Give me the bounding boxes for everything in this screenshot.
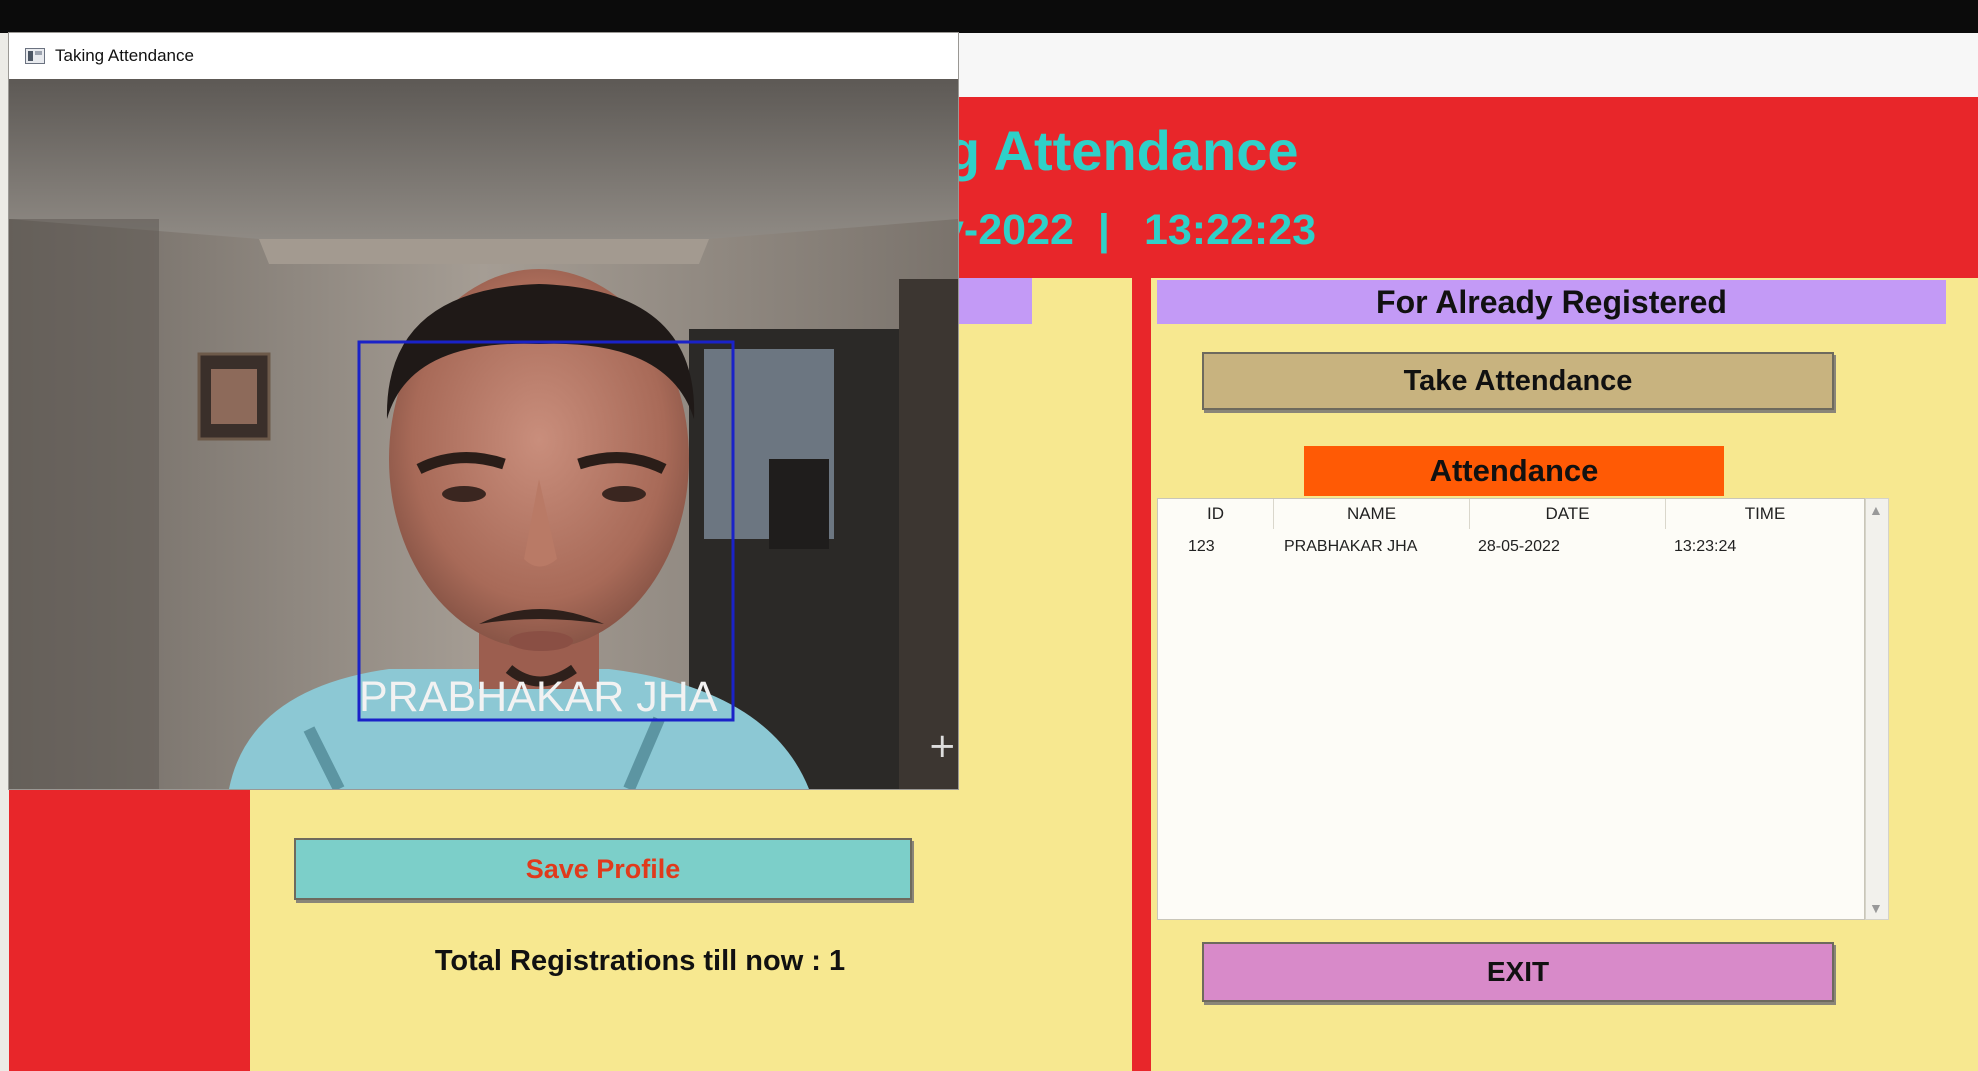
column-header-time[interactable]: TIME xyxy=(1666,499,1864,529)
row-date: 28-05-2022 xyxy=(1478,538,1560,555)
attendance-table-header: ID NAME DATE TIME xyxy=(1158,499,1864,529)
camera-window-title: Taking Attendance xyxy=(55,46,194,65)
camera-window-titlebar[interactable]: Taking Attendance xyxy=(9,33,958,79)
screen-top-strip xyxy=(0,0,1978,33)
camera-feed: PRABHAKAR JHA xyxy=(9,79,958,789)
camera-window[interactable]: Taking Attendance PRABHAKAR JHA xyxy=(9,33,958,789)
date-time-separator: | xyxy=(1097,206,1110,254)
column-header-name[interactable]: NAME xyxy=(1274,499,1470,529)
date-time-row: y-2022 | 13:22:23 xyxy=(940,206,1316,255)
registered-header: For Already Registered xyxy=(1157,280,1946,324)
clock-text: 13:22:23 xyxy=(1143,206,1317,254)
attendance-heading: Attendance xyxy=(1304,446,1724,496)
table-row[interactable]: 123 PRABHAKAR JHA 28-05-2022 13:23:24 xyxy=(1158,533,1864,561)
attendance-table[interactable]: ID NAME DATE TIME 123 PRABHAKAR JHA 28-0… xyxy=(1157,498,1865,920)
window-app-icon xyxy=(25,48,45,64)
screen-left-strip xyxy=(0,33,9,1071)
column-header-date[interactable]: DATE xyxy=(1470,499,1666,529)
take-attendance-button[interactable]: Take Attendance xyxy=(1202,352,1834,410)
column-header-id[interactable]: ID xyxy=(1158,499,1274,529)
save-profile-button[interactable]: Save Profile xyxy=(294,838,912,900)
date-text: y-2022 xyxy=(940,206,1074,254)
scroll-down-icon[interactable]: ▼ xyxy=(1869,900,1883,916)
row-name: PRABHAKAR JHA xyxy=(1284,538,1418,555)
scroll-up-icon[interactable]: ▲ xyxy=(1869,502,1883,518)
exit-button[interactable]: EXIT xyxy=(1202,942,1834,1002)
row-time: 13:23:24 xyxy=(1674,538,1737,555)
table-scrollbar[interactable] xyxy=(1865,498,1889,920)
crosshair-cursor-icon: + xyxy=(928,726,957,766)
total-registrations-text: Total Registrations till now : 1 xyxy=(434,945,846,977)
face-label: PRABHAKAR JHA xyxy=(359,673,718,721)
row-id: 123 xyxy=(1188,538,1215,555)
